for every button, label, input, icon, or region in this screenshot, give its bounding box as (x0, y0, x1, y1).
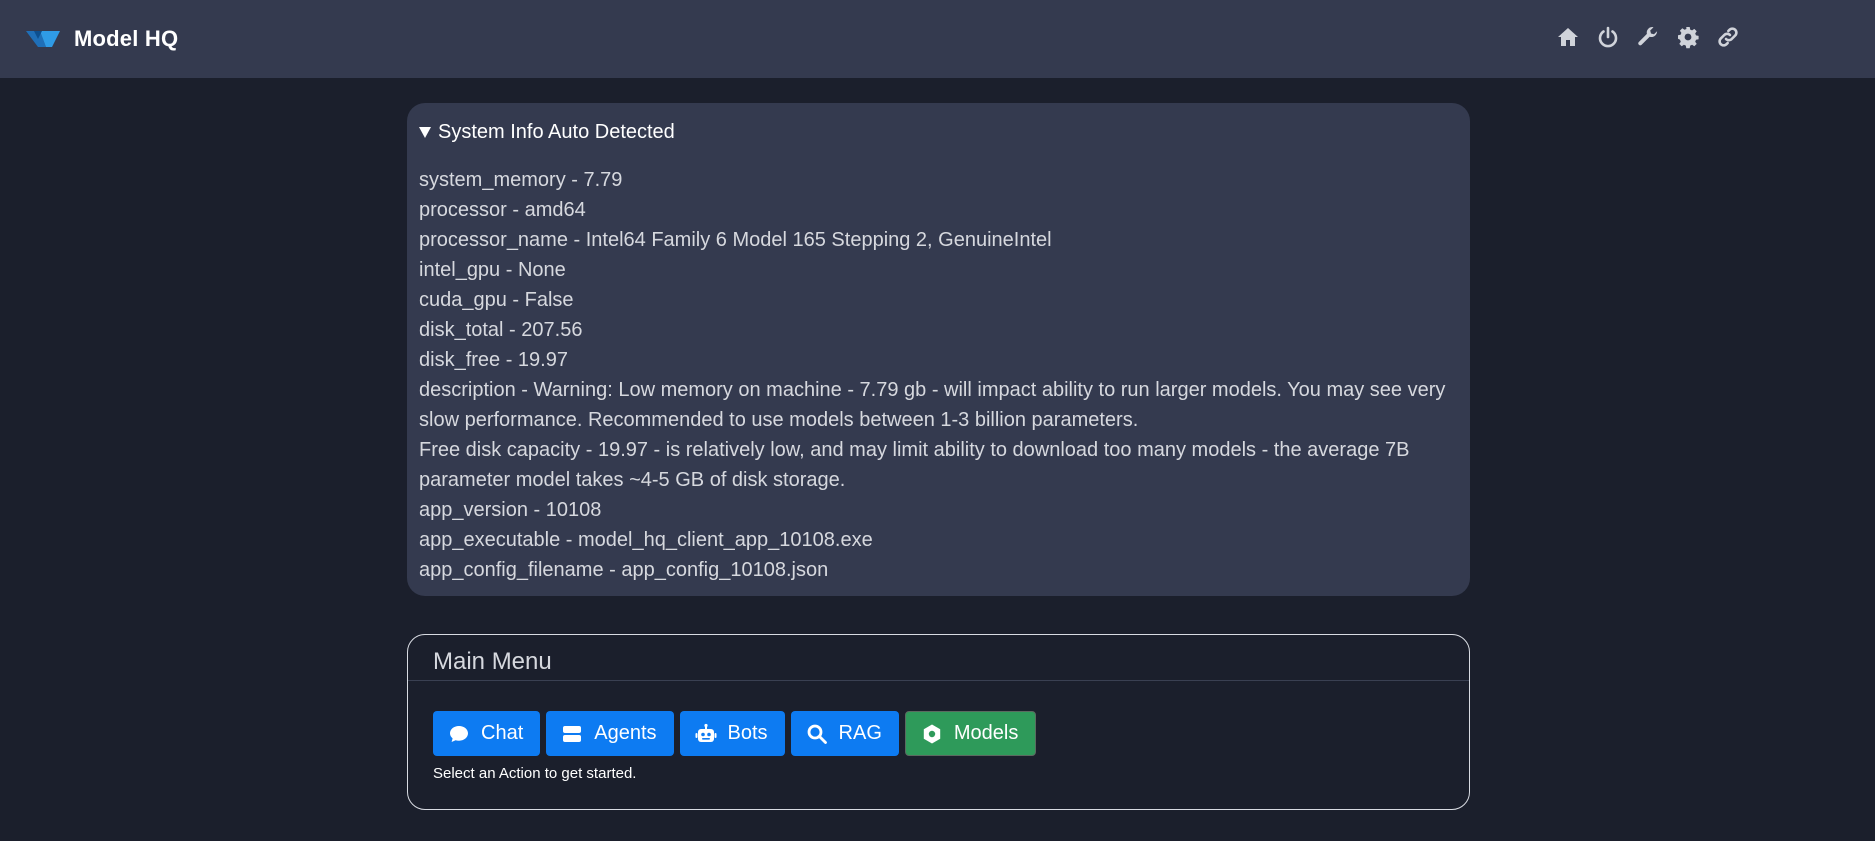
rag-button-label: RAG (838, 722, 882, 744)
select-action-hint: Select an Action to get started. (433, 765, 637, 782)
main-menu-card: Main Menu Chat Agents Bots RAG Models Se… (407, 634, 1470, 810)
main-menu-title: Main Menu (408, 635, 1469, 681)
link-icon[interactable] (1716, 25, 1740, 49)
model-hq-logo-icon (26, 28, 60, 50)
cog-icon (921, 723, 943, 745)
action-buttons: Chat Agents Bots RAG Models (433, 711, 1042, 756)
app-executable-line: app_executable - model_hq_client_app_101… (419, 529, 873, 551)
agents-button[interactable]: Agents (546, 711, 674, 756)
processor-name-line: processor_name - Intel64 Family 6 Model … (419, 229, 1052, 251)
robot-icon (695, 723, 717, 745)
app-version-line: app_version - 10108 (419, 499, 602, 521)
chat-bubble-icon (448, 723, 470, 745)
chat-button-label: Chat (481, 722, 524, 744)
top-navbar: Model HQ (0, 0, 1875, 78)
system-memory-line: system_memory - 7.79 (419, 169, 623, 191)
models-button[interactable]: Models (904, 711, 1037, 756)
rag-button[interactable]: RAG (790, 711, 899, 756)
home-icon[interactable] (1556, 25, 1580, 49)
search-icon (806, 723, 828, 745)
description-text: description - Warning: Low memory on mac… (419, 379, 1446, 431)
cuda-gpu-line: cuda_gpu - False (419, 289, 574, 311)
disk-free-line: disk_free - 19.97 (419, 349, 568, 371)
app-config-filename-line: app_config_filename - app_config_10108.j… (419, 559, 829, 581)
models-button-label: Models (953, 722, 1019, 744)
system-info-body: system_memory - 7.79 processor - amd64 p… (419, 165, 1458, 585)
app-title: Model HQ (74, 26, 179, 51)
agents-button-label: Agents (594, 722, 657, 744)
disk-capacity-note: Free disk capacity - 19.97 - is relative… (419, 439, 1410, 491)
intel-gpu-line: intel_gpu - None (419, 259, 566, 281)
bots-button-label: Bots (727, 722, 768, 744)
nav-icons (1540, 25, 1740, 49)
power-icon[interactable] (1596, 25, 1620, 49)
gear-icon[interactable] (1676, 25, 1700, 49)
system-info-summary-label: System Info Auto Detected (438, 120, 675, 143)
wrench-icon[interactable] (1636, 25, 1660, 49)
chat-button[interactable]: Chat (433, 711, 541, 756)
system-info-panel: System Info Auto Detected system_memory … (407, 103, 1470, 596)
server-icon (561, 723, 583, 745)
brand[interactable]: Model HQ (26, 26, 178, 52)
disk-total-line: disk_total - 207.56 (419, 319, 583, 341)
bots-button[interactable]: Bots (679, 711, 785, 756)
expanded-triangle-icon (419, 127, 431, 138)
system-info-toggle[interactable]: System Info Auto Detected (419, 117, 1458, 147)
processor-line: processor - amd64 (419, 199, 586, 221)
